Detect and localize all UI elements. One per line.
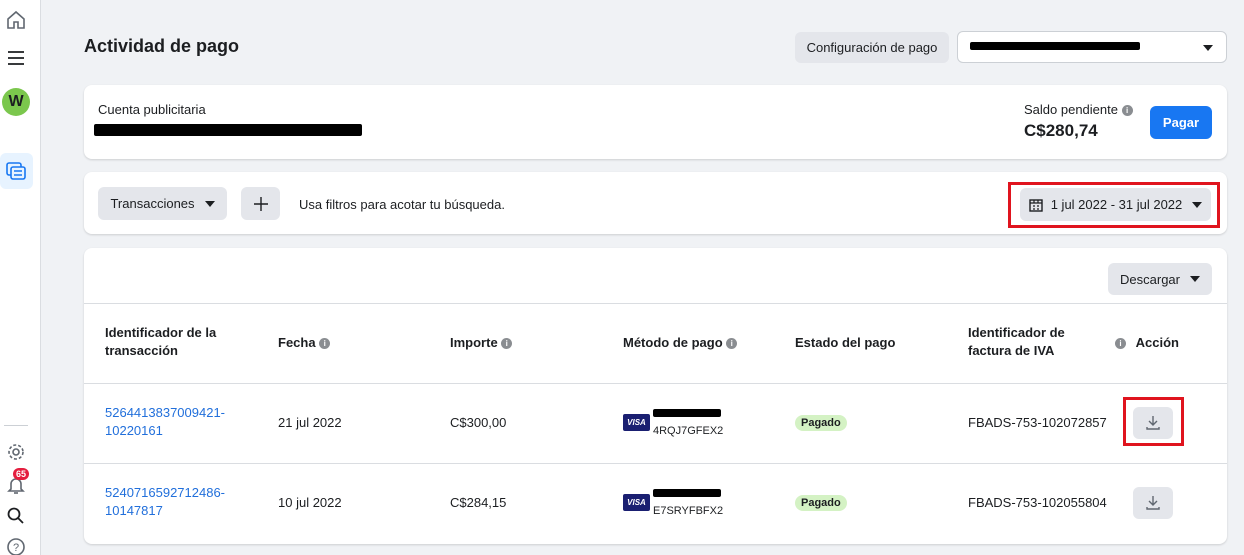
plus-icon [253, 196, 268, 211]
balance-label: Saldo pendiente i [1024, 102, 1133, 117]
column-header-payment-status: Estado del pago [795, 335, 896, 350]
card-code: 4RQJ7GFEX2 [653, 425, 724, 437]
vat-invoice-id: FBADS-753-102072857 [968, 415, 1107, 430]
column-header-action: i Acción [1115, 334, 1179, 352]
redacted-card-label [653, 489, 721, 497]
table-divider [84, 303, 1227, 304]
avatar[interactable]: W [2, 88, 30, 116]
info-icon[interactable]: i [1115, 338, 1126, 350]
gear-icon[interactable] [4, 440, 28, 464]
transaction-id-link[interactable]: 5264413837009421- 10220161 [105, 404, 225, 440]
card-code: E7SRYFBFX2 [653, 505, 724, 517]
ad-account-label: Cuenta publicitaria [98, 102, 206, 117]
add-filter-button[interactable] [241, 187, 280, 220]
date-highlight-box [1008, 182, 1220, 228]
visa-icon: VISA [623, 494, 650, 511]
notification-badge: 65 [13, 468, 30, 480]
status-badge: Pagado [795, 495, 847, 511]
transactions-table-card: Descargar Identificador de la transacció… [84, 248, 1227, 544]
download-highlight-box [1123, 397, 1184, 446]
billing-icon[interactable] [4, 159, 28, 183]
page-title: Actividad de pago [84, 36, 240, 56]
left-rail: W 65 ? [0, 0, 41, 555]
filter-hint: Usa filtros para acotar tu búsqueda. [299, 197, 505, 212]
table-divider [84, 463, 1227, 464]
rail-divider [4, 425, 28, 426]
column-header-amount[interactable]: Importe i [450, 334, 513, 352]
info-icon[interactable]: i [726, 338, 738, 350]
download-invoice-button[interactable] [1133, 487, 1173, 519]
search-icon[interactable] [4, 504, 28, 528]
transactions-dropdown[interactable]: Transacciones [98, 187, 227, 220]
svg-text:?: ? [13, 542, 19, 554]
transaction-amount: C$284,15 [450, 495, 507, 510]
redacted-ad-account [94, 124, 362, 136]
redacted-account-name [970, 42, 1140, 50]
column-header-transaction-id: Identificador de la transacción [105, 325, 217, 358]
chevron-down-icon [1189, 276, 1200, 282]
pay-button[interactable]: Pagar [1150, 106, 1212, 139]
filter-card: Transacciones Usa filtros para acotar tu… [84, 172, 1227, 234]
download-icon [1146, 496, 1160, 510]
transaction-amount: C$300,00 [450, 415, 507, 430]
menu-icon[interactable] [4, 46, 28, 70]
transaction-date: 21 jul 2022 [278, 415, 342, 430]
account-card: Cuenta publicitaria Saldo pendiente i C$… [84, 85, 1227, 159]
table-divider [84, 383, 1227, 384]
help-icon[interactable]: ? [4, 535, 28, 555]
account-selector[interactable] [957, 31, 1227, 63]
chevron-down-icon [204, 200, 215, 207]
info-icon[interactable]: i [1121, 105, 1133, 117]
column-header-vat-invoice-id: Identificador de factura de IVA [968, 325, 1065, 358]
transaction-id-link[interactable]: 5240716592712486- 10147817 [105, 484, 225, 520]
info-icon[interactable]: i [501, 338, 513, 350]
home-icon[interactable] [4, 8, 28, 32]
payment-settings-button[interactable]: Configuración de pago [795, 32, 949, 63]
status-badge: Pagado [795, 415, 847, 431]
transaction-date: 10 jul 2022 [278, 495, 342, 510]
info-icon[interactable]: i [319, 338, 331, 350]
visa-icon: VISA [623, 414, 650, 431]
redacted-card-label [653, 409, 721, 417]
column-header-date[interactable]: Fecha i [278, 334, 331, 352]
download-dropdown[interactable]: Descargar [1108, 263, 1212, 295]
balance-value: C$280,74 [1024, 121, 1098, 140]
vat-invoice-id: FBADS-753-102055804 [968, 495, 1107, 510]
column-header-payment-method[interactable]: Método de pago i [623, 334, 738, 352]
chevron-down-icon [1203, 45, 1213, 51]
